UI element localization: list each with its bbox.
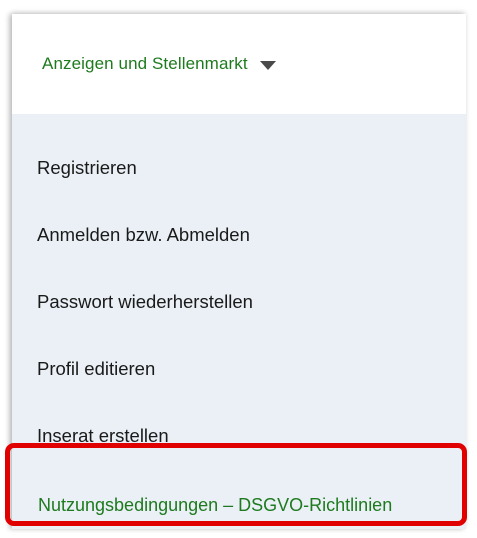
menu-item-anmelden[interactable]: Anmelden bzw. Abmelden [12, 202, 466, 268]
menu-item-nutzungsbedingungen[interactable]: Nutzungsbedingungen – DSGVO-Richtlinien [12, 472, 466, 538]
menu-item-label: Anmelden bzw. Abmelden [37, 224, 250, 245]
menu-item-profil[interactable]: Profil editieren [12, 336, 466, 402]
dropdown-toggle[interactable]: Anzeigen und Stellenmarkt [12, 14, 466, 114]
menu-item-registrieren[interactable]: Registrieren [12, 135, 466, 201]
menu-item-label: Passwort wiederherstellen [37, 291, 253, 312]
menu-item-label: Registrieren [37, 157, 137, 178]
menu-item-passwort[interactable]: Passwort wiederherstellen [12, 269, 466, 335]
menu-item-label: Profil editieren [37, 358, 156, 379]
dropdown-panel: Anzeigen und Stellenmarkt Registrieren A… [12, 14, 466, 529]
menu-item-inserat[interactable]: Inserat erstellen [12, 403, 466, 469]
menu-item-label: Inserat erstellen [37, 425, 169, 446]
dropdown-menu: Registrieren Anmelden bzw. Abmelden Pass… [12, 114, 466, 529]
menu-item-label: Nutzungsbedingungen – DSGVO-Richtlinien [38, 494, 393, 515]
caret-down-icon [259, 60, 276, 70]
screenshot-frame: Anzeigen und Stellenmarkt Registrieren A… [0, 0, 477, 529]
dropdown-title: Anzeigen und Stellenmarkt [42, 54, 248, 73]
